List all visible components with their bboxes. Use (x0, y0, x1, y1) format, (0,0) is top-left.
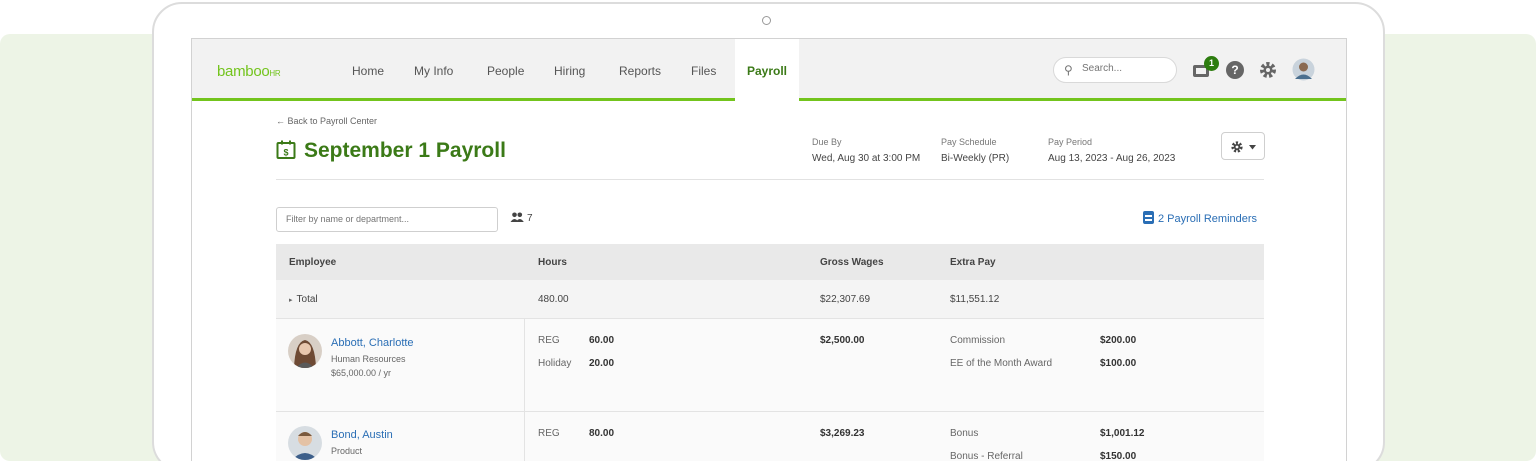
filter-input[interactable] (286, 214, 486, 224)
pay-schedule-value: Bi-Weekly (PR) (941, 153, 1010, 164)
column-extra-pay[interactable]: Extra Pay (950, 257, 996, 268)
reminder-doc-icon (1143, 211, 1154, 224)
extra-pay-type: Bonus (950, 428, 979, 439)
people-icon (510, 212, 524, 222)
extra-pay-amount[interactable]: $150.00 (1100, 451, 1136, 461)
help-icon[interactable]: ? (1225, 60, 1245, 80)
hours-type: Holiday (538, 358, 572, 369)
pay-period-label: Pay Period (1048, 137, 1093, 147)
filter-box[interactable] (276, 207, 498, 232)
extra-pay-type: Commission (950, 335, 1006, 346)
pay-period-value: Aug 13, 2023 - Aug 26, 2023 (1048, 153, 1176, 164)
nav-reports[interactable]: Reports (619, 64, 661, 78)
camera-dot (762, 16, 771, 25)
gear-icon (1231, 141, 1243, 153)
settings-gear-icon[interactable] (1258, 60, 1278, 80)
nav-my-info[interactable]: My Info (414, 64, 453, 78)
pay-schedule-label: Pay Schedule (941, 137, 997, 147)
nav-payroll[interactable]: Payroll (735, 39, 800, 101)
top-nav: bambooHR Home My Info People Hiring Repo… (192, 39, 1346, 101)
nav-files[interactable]: Files (691, 64, 716, 78)
nav-hiring[interactable]: Hiring (554, 64, 585, 78)
column-gross-wages[interactable]: Gross Wages (820, 257, 884, 268)
table-row: Abbott, Charlotte Human Resources $65,00… (276, 319, 1264, 412)
hours-value[interactable]: 20.00 (589, 358, 614, 369)
total-hours: 480.00 (538, 294, 569, 305)
header-divider (276, 179, 1264, 180)
marketing-canvas: bambooHR Home My Info People Hiring Repo… (0, 0, 1536, 461)
column-hours[interactable]: Hours (538, 257, 567, 268)
svg-text:$: $ (283, 148, 288, 158)
gross-wages-value: $2,500.00 (820, 335, 865, 346)
extra-pay-amount[interactable]: $200.00 (1100, 335, 1136, 346)
employee-department: Human Resources (331, 354, 406, 364)
employee-name-link[interactable]: Abbott, Charlotte (331, 337, 414, 349)
bamboohr-logo[interactable]: bambooHR (217, 63, 281, 80)
total-row[interactable]: ▸ Total 480.00 $22,307.69 $11,551.12 (276, 280, 1264, 319)
people-count-value: 7 (527, 213, 533, 224)
search-box[interactable]: ⚲ (1053, 57, 1177, 83)
total-gross-wages: $22,307.69 (820, 294, 871, 305)
hours-type: REG (538, 428, 560, 439)
employee-cell: Abbott, Charlotte Human Resources $65,00… (276, 319, 525, 411)
employee-salary: $65,000.00 / yr (331, 368, 392, 378)
nav-home[interactable]: Home (352, 64, 384, 78)
payroll-reminders-label: 2 Payroll Reminders (1158, 213, 1258, 225)
search-input[interactable] (1082, 63, 1170, 74)
hours-value[interactable]: 60.00 (589, 335, 614, 346)
page-title: September 1 Payroll (304, 139, 506, 162)
search-icon: ⚲ (1064, 63, 1073, 77)
employee-department: Product (331, 446, 363, 456)
total-extra-pay: $11,551.12 (950, 294, 1000, 305)
employee-photo (288, 426, 322, 460)
total-label-text: Total (296, 294, 318, 305)
gross-wages-value: $3,269.23 (820, 428, 865, 439)
options-menu-button[interactable] (1221, 132, 1265, 160)
due-by-value: Wed, Aug 30 at 3:00 PM (812, 153, 921, 164)
people-count: 7 (510, 212, 533, 224)
user-avatar[interactable] (1292, 58, 1315, 81)
total-label[interactable]: ▸ Total (289, 294, 318, 305)
logo-text: bamboo (217, 63, 270, 80)
expand-caret-icon: ▸ (289, 297, 293, 304)
back-to-payroll-link[interactable]: ← Back to Payroll Center (276, 116, 377, 126)
nav-people[interactable]: People (487, 64, 524, 78)
notification-badge: 1 (1204, 56, 1219, 71)
employee-cell: Bond, Austin Product (276, 412, 525, 461)
extra-pay-type: Bonus - Referral (950, 451, 1023, 461)
due-by-label: Due By (812, 137, 842, 147)
table-header: Employee Hours Gross Wages Extra Pay (276, 244, 1264, 280)
app-screen: bambooHR Home My Info People Hiring Repo… (191, 38, 1347, 461)
payroll-reminders-link[interactable]: 2 Payroll Reminders (1143, 211, 1257, 225)
hours-type: REG (538, 335, 560, 346)
extra-pay-amount[interactable]: $100.00 (1100, 358, 1136, 369)
employee-photo (288, 334, 322, 368)
logo-suffix: HR (269, 69, 281, 78)
table-row: Bond, Austin Product REG 80.00 $3,269.23… (276, 412, 1264, 461)
extra-pay-amount[interactable]: $1,001.12 (1100, 428, 1145, 439)
column-employee[interactable]: Employee (289, 257, 336, 268)
calendar-icon: $ (276, 140, 296, 159)
hours-value[interactable]: 80.00 (589, 428, 614, 439)
employee-name-link[interactable]: Bond, Austin (331, 429, 393, 441)
svg-text:?: ? (1231, 63, 1238, 77)
chevron-down-icon (1249, 145, 1256, 150)
extra-pay-type: EE of the Month Award (950, 358, 1053, 369)
